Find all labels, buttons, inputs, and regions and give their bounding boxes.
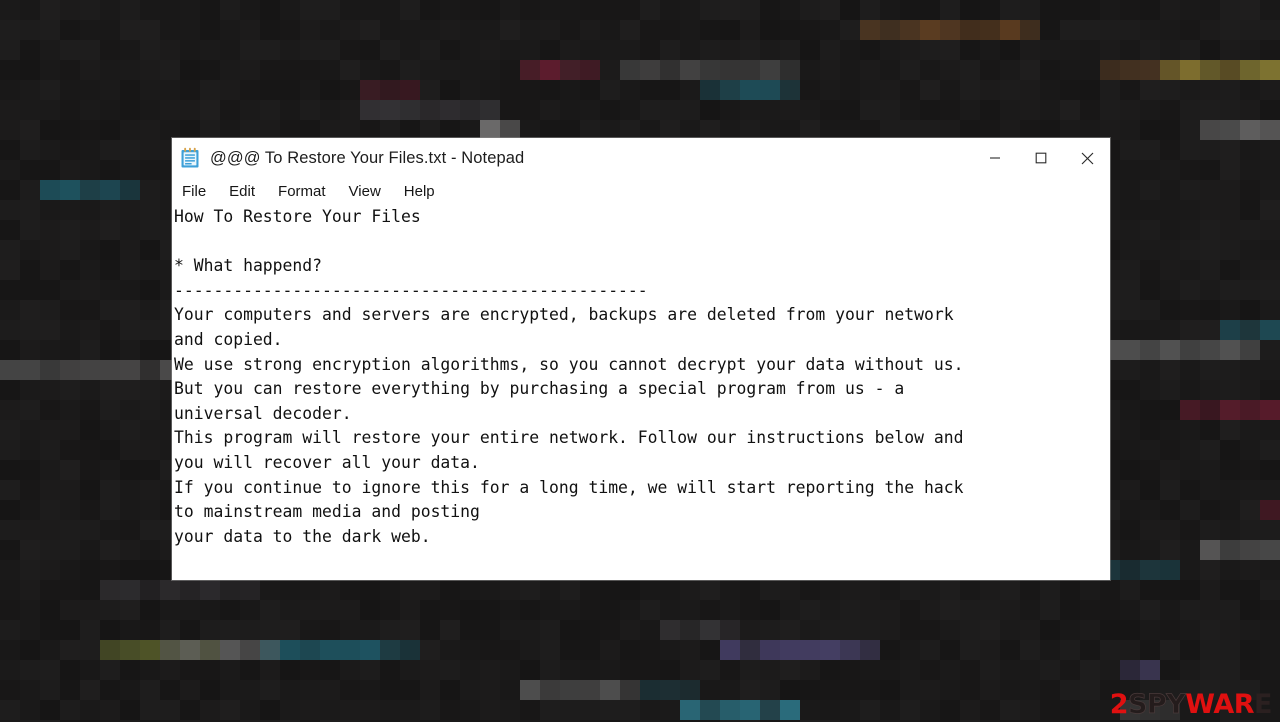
watermark-part-1: 2 (1109, 689, 1129, 720)
maximize-icon (1035, 152, 1047, 164)
note-line: universal decoder. (174, 403, 352, 423)
watermark-part-3: WAR (1185, 689, 1255, 720)
menu-item-file[interactable]: File (182, 183, 216, 200)
menu-item-format[interactable]: Format (278, 183, 336, 200)
close-icon (1081, 152, 1093, 164)
note-line: But you can restore everything by purcha… (174, 379, 905, 399)
site-watermark: 2SPYWARE (1109, 689, 1273, 720)
window-titlebar[interactable]: @@@ To Restore Your Files.txt - Notepad (172, 138, 1110, 178)
note-line: ----------------------------------------… (174, 280, 648, 300)
note-line: This program will restore your entire ne… (174, 428, 964, 448)
note-line (174, 230, 1110, 255)
window-controls (972, 138, 1110, 178)
note-line: to mainstream media and posting (174, 502, 480, 522)
notepad-icon (180, 147, 200, 169)
close-button[interactable] (1064, 138, 1110, 178)
note-line: * What happend? (174, 256, 323, 276)
watermark-part-2: SPY (1127, 689, 1187, 720)
minimize-button[interactable] (972, 138, 1018, 178)
watermark-part-4: E (1254, 689, 1272, 720)
ransom-note-textarea[interactable]: How To Restore Your Files * What happend… (172, 205, 1110, 580)
note-line: your data to the dark web. (174, 526, 431, 546)
menu-item-view[interactable]: View (349, 183, 391, 200)
note-line: you will recover all your data. (174, 452, 480, 472)
note-line: We use strong encryption algorithms, so … (174, 354, 964, 374)
notepad-window: @@@ To Restore Your Files.txt - Notepad (172, 138, 1110, 580)
maximize-button[interactable] (1018, 138, 1064, 178)
menu-item-edit[interactable]: Edit (229, 183, 265, 200)
minimize-icon (990, 157, 1000, 159)
menu-bar: File Edit Format View Help (172, 178, 1110, 205)
window-title: @@@ To Restore Your Files.txt - Notepad (210, 148, 525, 167)
note-line: How To Restore Your Files (174, 207, 421, 226)
menu-item-help[interactable]: Help (404, 183, 445, 200)
note-line: If you continue to ignore this for a lon… (174, 477, 964, 497)
note-line: Your computers and servers are encrypted… (174, 305, 954, 325)
note-line: and copied. (174, 329, 283, 349)
